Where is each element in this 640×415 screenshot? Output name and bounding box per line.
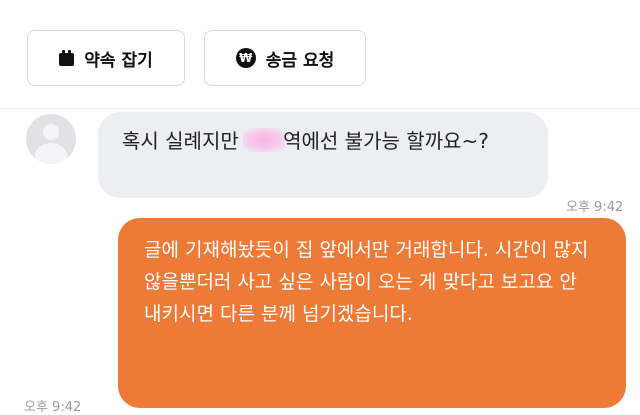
request-payment-button[interactable]: ₩ 송금 요청 (204, 30, 366, 86)
calendar-icon (59, 50, 75, 66)
make-appointment-label: 약속 잡기 (84, 50, 153, 71)
outgoing-message-text: 글에 기재해놨듯이 집 앞에서만 거래합니다. 시간이 많지 않을뿐더러 사고 … (144, 239, 589, 325)
request-payment-label: 송금 요청 (265, 50, 335, 71)
incoming-message-text-end: 역에선 불가능 할까요~? (283, 129, 489, 153)
censored-station-name (243, 128, 286, 152)
avatar-placeholder-icon (43, 124, 59, 140)
outgoing-message-bubble[interactable]: 글에 기재해놨듯이 집 앞에서만 거래합니다. 시간이 많지 않을뿐더러 사고 … (118, 218, 626, 408)
outgoing-message-time: 오후 9:42 (24, 400, 82, 415)
incoming-message-time: 오후 9:42 (566, 200, 624, 215)
won-coin-icon: ₩ (235, 48, 256, 68)
make-appointment-button[interactable]: 약속 잡기 (27, 30, 185, 86)
avatar[interactable] (26, 114, 76, 164)
chat-action-bar: 약속 잡기 ₩ 송금 요청 (0, 0, 640, 108)
toolbar-divider (0, 108, 640, 109)
incoming-message-bubble[interactable]: 혹시 실례지만 역에선 불가능 할까요~? (98, 112, 548, 198)
incoming-message-text-start: 혹시 실례지만 (122, 129, 246, 153)
